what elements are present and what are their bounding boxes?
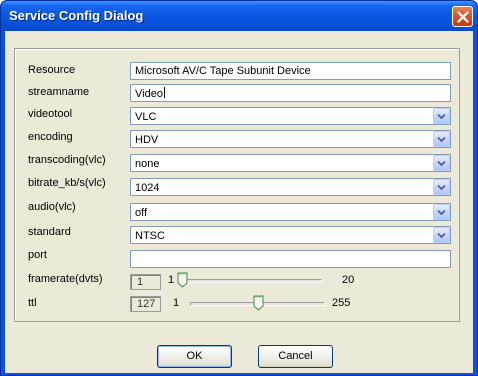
audio-select[interactable]: off (130, 203, 451, 221)
close-icon (457, 11, 469, 23)
videotool-label: videotool (28, 108, 73, 120)
dialog-body: Resource Microsoft AV/C Tape Subunit Dev… (5, 31, 473, 373)
ttl-value: 127 (137, 298, 156, 310)
transcoding-dropdown-button[interactable] (433, 155, 450, 171)
audio-dropdown-button[interactable] (433, 204, 450, 220)
chevron-down-icon (437, 113, 446, 120)
transcoding-label: transcoding(vlc) (28, 154, 106, 166)
port-field[interactable] (130, 250, 451, 268)
streamname-label: streamname (28, 86, 90, 98)
ttl-max: 255 (332, 297, 351, 309)
framerate-label: framerate(dvts) (28, 273, 103, 285)
bitrate-label: bitrate_kb/s(vlc) (28, 177, 106, 189)
transcoding-value: none (135, 158, 160, 170)
encoding-dropdown-button[interactable] (433, 131, 450, 147)
videotool-dropdown-button[interactable] (433, 108, 450, 124)
transcoding-select[interactable]: none (130, 154, 451, 172)
videotool-select[interactable]: VLC (130, 107, 451, 125)
framerate-slider-thumb[interactable] (177, 272, 188, 288)
framerate-max: 20 (342, 274, 355, 286)
encoding-label: encoding (28, 131, 73, 143)
encoding-value: HDV (135, 134, 159, 146)
chevron-down-icon (437, 160, 446, 167)
resource-value: Microsoft AV/C Tape Subunit Device (135, 65, 311, 77)
streamname-value: Video (135, 88, 163, 100)
audio-label: audio(vlc) (28, 201, 76, 213)
bitrate-select[interactable]: 1024 (130, 178, 451, 196)
port-label: port (28, 249, 47, 261)
audio-value: off (135, 207, 148, 219)
chevron-down-icon (437, 232, 446, 239)
encoding-select[interactable]: HDV (130, 130, 451, 148)
framerate-value: 1 (137, 276, 144, 288)
close-button[interactable] (452, 6, 473, 27)
dialog-window: Service Config Dialog Resource Microsoft… (0, 0, 478, 376)
framerate-min: 1 (168, 274, 175, 286)
ttl-min: 1 (173, 297, 180, 309)
text-caret (163, 87, 165, 98)
bitrate-value: 1024 (135, 182, 160, 194)
ok-button[interactable]: OK (157, 345, 232, 368)
framerate-value-box: 1 (130, 274, 161, 290)
ttl-slider-thumb[interactable] (253, 295, 264, 311)
framerate-slider-track[interactable] (182, 279, 322, 283)
cancel-button[interactable]: Cancel (258, 345, 333, 368)
resource-field[interactable]: Microsoft AV/C Tape Subunit Device (130, 62, 451, 80)
standard-select[interactable]: NTSC (130, 226, 451, 244)
resource-label: Resource (28, 64, 76, 76)
ttl-value-box: 127 (130, 296, 161, 312)
standard-label: standard (28, 226, 71, 238)
chevron-down-icon (437, 184, 446, 191)
title-bar[interactable]: Service Config Dialog (1, 1, 477, 31)
chevron-down-icon (437, 209, 446, 216)
chevron-down-icon (437, 136, 446, 143)
videotool-value: VLC (135, 111, 157, 123)
standard-value: NTSC (135, 230, 165, 242)
ttl-label: ttl (28, 297, 37, 309)
streamname-field[interactable]: Video (130, 84, 451, 102)
standard-dropdown-button[interactable] (433, 227, 450, 243)
bitrate-dropdown-button[interactable] (433, 179, 450, 195)
window-title: Service Config Dialog (9, 8, 144, 23)
